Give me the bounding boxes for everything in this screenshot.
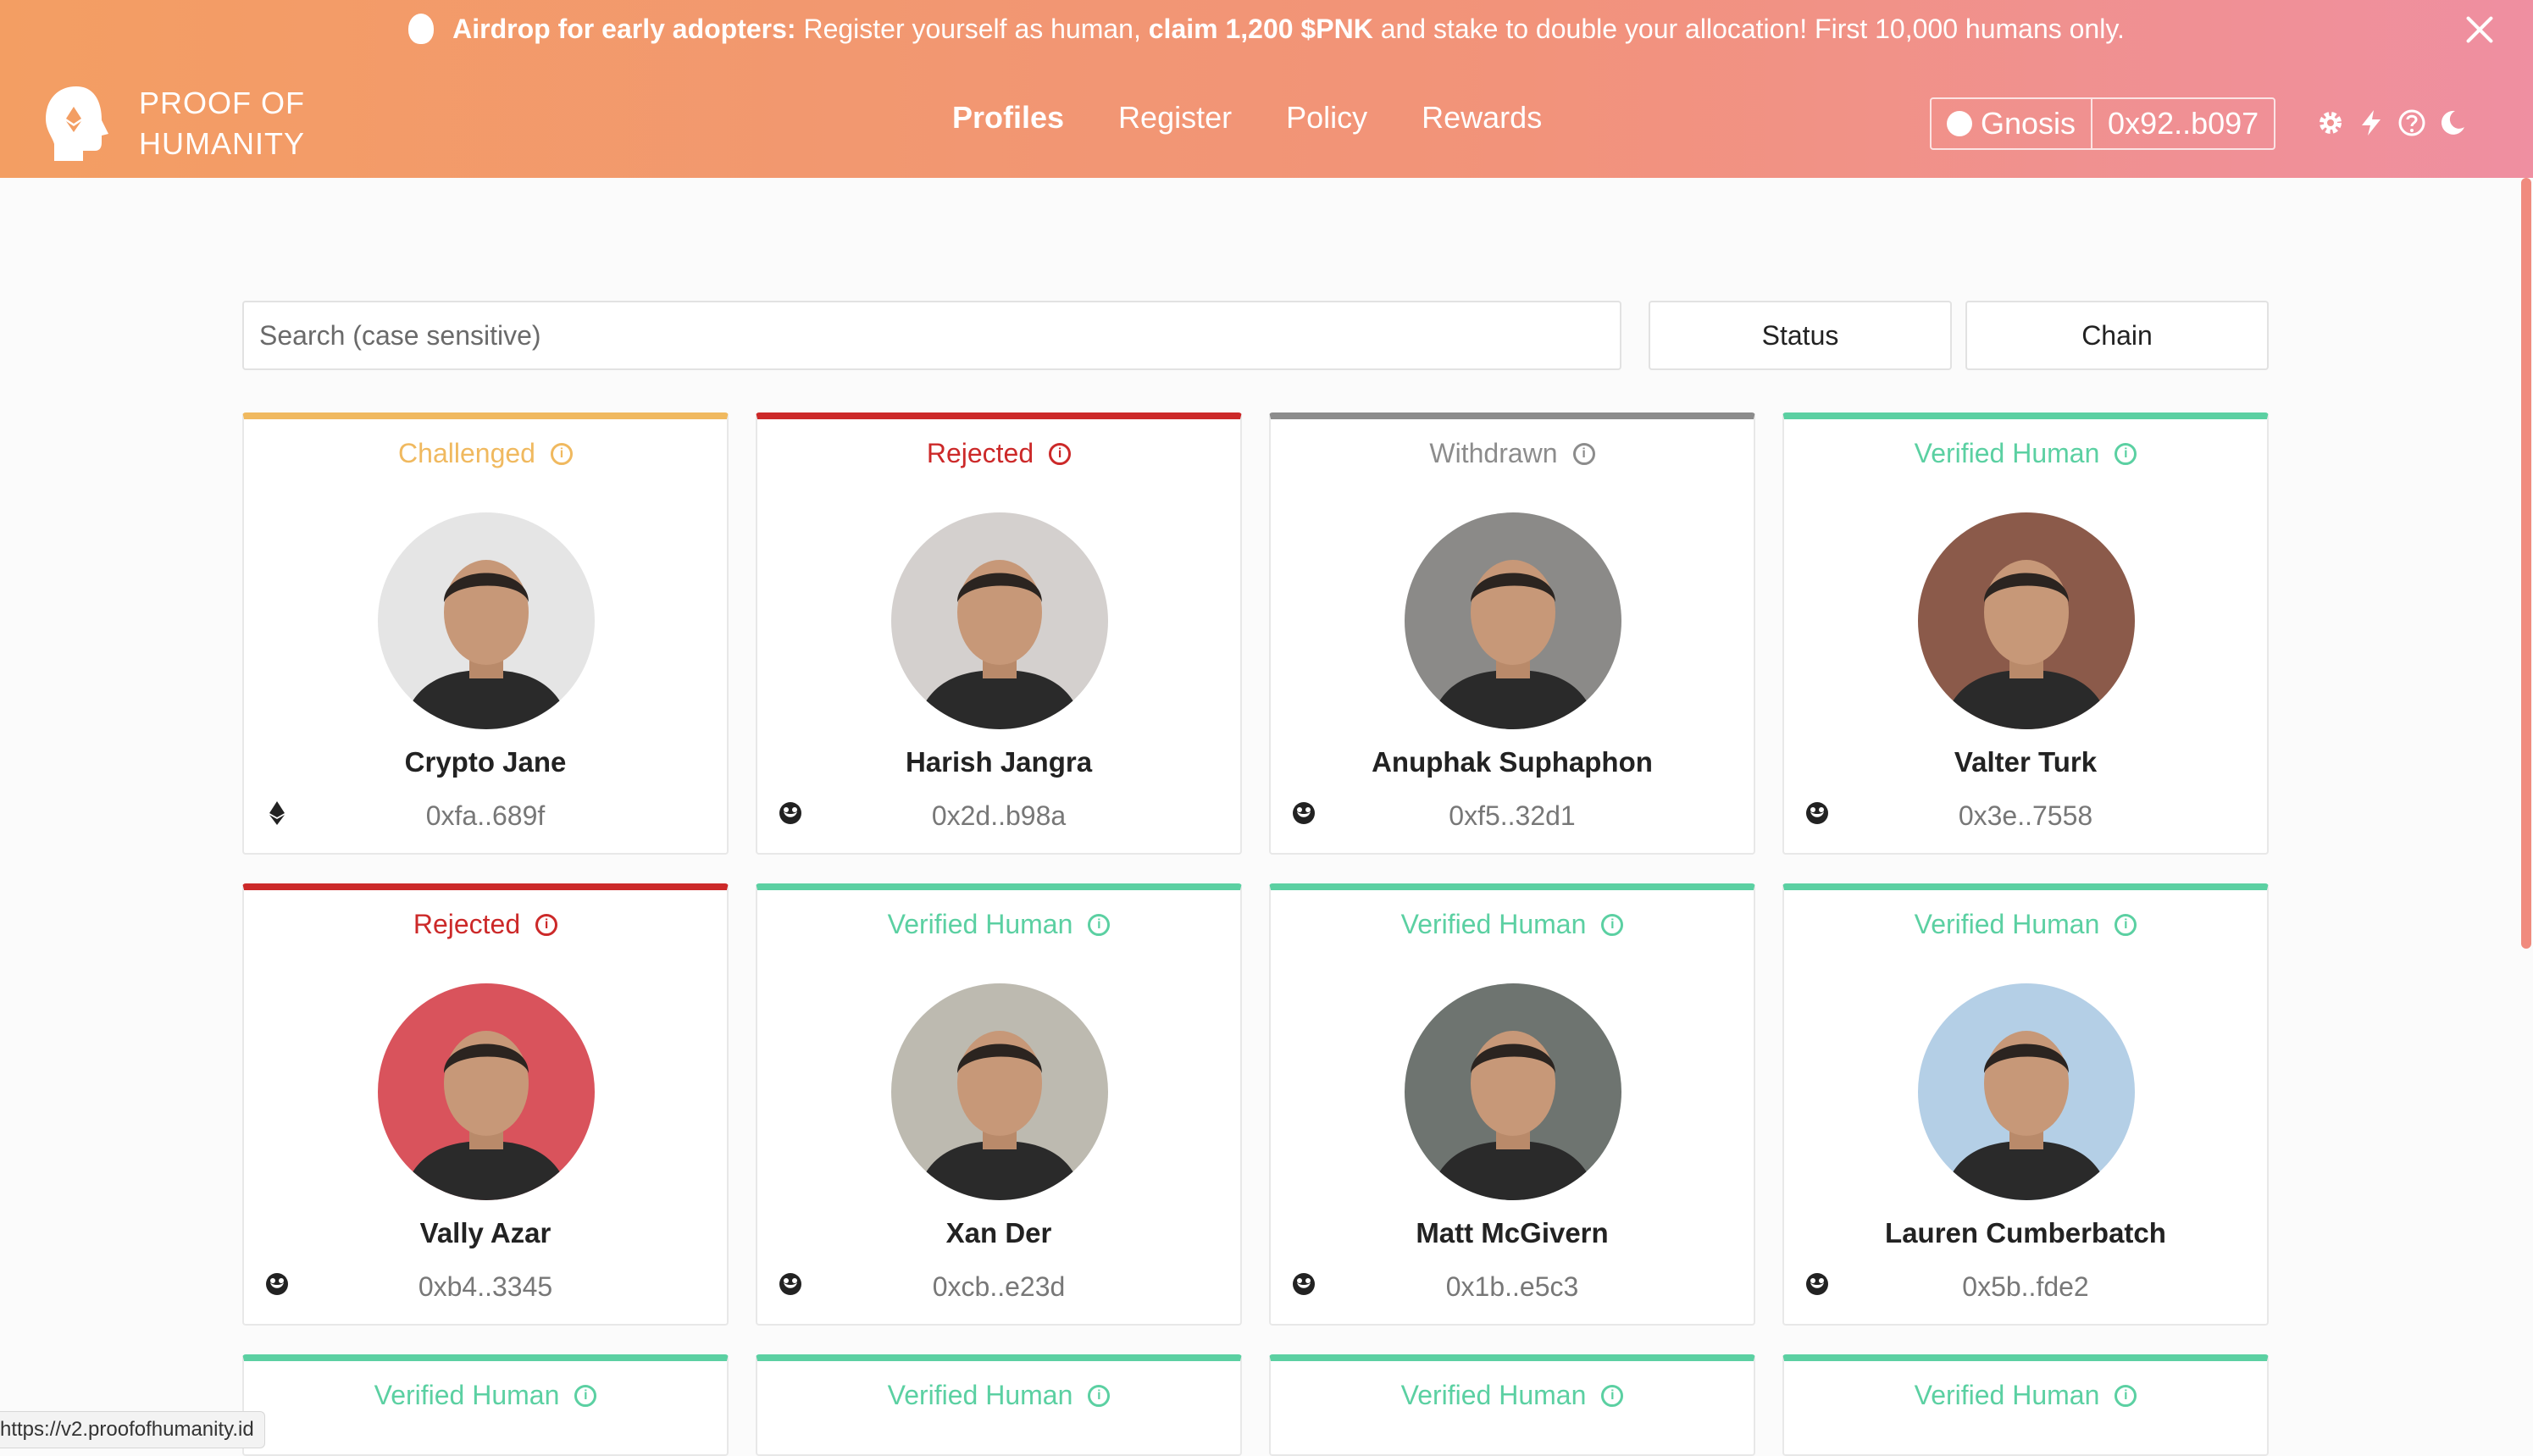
gnosis-icon bbox=[779, 1273, 801, 1295]
avatar bbox=[1405, 983, 1621, 1200]
avatar bbox=[891, 983, 1108, 1200]
header-tools bbox=[2316, 108, 2479, 137]
nav-rewards[interactable]: Rewards bbox=[1422, 100, 1542, 136]
profile-card[interactable]: Rejected i Harish Jangra 0x2d..b98a bbox=[756, 412, 1242, 855]
avatar bbox=[378, 983, 595, 1200]
status-label: Rejected i bbox=[244, 909, 727, 940]
status-label: Verified Human i bbox=[757, 1380, 1240, 1411]
info-icon[interactable]: i bbox=[2115, 442, 2137, 465]
search-input[interactable] bbox=[242, 301, 1621, 370]
info-icon[interactable]: i bbox=[1572, 442, 1595, 465]
wallet-address[interactable]: 0x92..b097 bbox=[2091, 99, 2274, 148]
status-label: Verified Human i bbox=[1784, 1380, 2267, 1411]
status-filter[interactable]: Status bbox=[1649, 301, 1952, 370]
gnosis-icon bbox=[1947, 111, 1972, 136]
info-icon[interactable]: i bbox=[535, 913, 558, 936]
profile-card[interactable]: Rejected i Vally Azar 0xb4..3345 bbox=[242, 883, 729, 1326]
profile-card[interactable]: Verified Human i bbox=[1782, 1354, 2269, 1456]
scrollbar[interactable] bbox=[2521, 178, 2531, 949]
info-icon[interactable]: i bbox=[1088, 913, 1111, 936]
info-icon[interactable]: i bbox=[1049, 442, 1072, 465]
status-label: Challenged i bbox=[244, 438, 727, 469]
gnosis-icon bbox=[266, 1273, 288, 1295]
avatar bbox=[378, 512, 595, 729]
logo[interactable]: PROOF OF HUMANITY bbox=[42, 83, 305, 164]
info-icon[interactable]: i bbox=[1601, 913, 1624, 936]
info-icon[interactable]: i bbox=[574, 1384, 597, 1407]
chain-selector[interactable]: Gnosis bbox=[1932, 99, 2091, 148]
profile-card[interactable]: Verified Human i bbox=[1269, 1354, 1755, 1456]
gnosis-icon bbox=[1293, 1273, 1315, 1295]
profile-name: Xan Der bbox=[945, 1217, 1052, 1248]
profile-name: Anuphak Suphaphon bbox=[1372, 746, 1653, 778]
status-label: Rejected i bbox=[757, 438, 1240, 469]
profile-card[interactable]: Withdrawn i Anuphak Suphaphon 0xf5..32d1 bbox=[1269, 412, 1755, 855]
kleros-icon bbox=[408, 14, 435, 44]
chain-filter[interactable]: Chain bbox=[1965, 301, 2269, 370]
info-icon[interactable]: i bbox=[2115, 1384, 2137, 1407]
avatar bbox=[891, 512, 1108, 729]
info-icon[interactable]: i bbox=[1601, 1384, 1624, 1407]
info-icon[interactable]: i bbox=[2115, 913, 2137, 936]
profile-address: 0xcb..e23d bbox=[932, 1271, 1066, 1302]
nav-profiles[interactable]: Profiles bbox=[952, 100, 1064, 136]
app-header: Airdrop for early adopters: Register you… bbox=[0, 0, 2533, 178]
profile-address: 0x5b..fde2 bbox=[1962, 1271, 2089, 1302]
profile-card[interactable]: Verified Human i Lauren Cumberbatch 0x5b..f… bbox=[1782, 883, 2269, 1326]
status-label: Verified Human i bbox=[757, 909, 1240, 940]
account-box: Gnosis 0x92..b097 bbox=[1930, 97, 2276, 150]
profile-card[interactable]: Verified Human i Xan Der 0xcb..e23d bbox=[756, 883, 1242, 1326]
avatar bbox=[1918, 512, 2135, 729]
profile-address: 0x3e..7558 bbox=[1958, 800, 2093, 831]
profile-address: 0x1b..e5c3 bbox=[1445, 1271, 1579, 1302]
settings-icon[interactable] bbox=[2316, 108, 2345, 137]
help-icon[interactable] bbox=[2397, 108, 2426, 137]
status-label: Verified Human i bbox=[1271, 909, 1754, 940]
profile-card[interactable]: Verified Human i Matt McGivern 0x1b..e5c3 bbox=[1269, 883, 1755, 1326]
gnosis-icon bbox=[1806, 802, 1828, 824]
avatar bbox=[1405, 512, 1621, 729]
profile-address: 0xf5..32d1 bbox=[1449, 800, 1576, 831]
banner-text: Airdrop for early adopters: Register you… bbox=[452, 13, 2125, 44]
profile-name: Crypto Jane bbox=[404, 746, 567, 778]
profile-card[interactable]: Challenged i Crypto Jane 0xfa..689f bbox=[242, 412, 729, 855]
nav-register[interactable]: Register bbox=[1118, 100, 1232, 136]
status-label: Verified Human i bbox=[1784, 909, 2267, 940]
gnosis-icon bbox=[1293, 802, 1315, 824]
info-icon[interactable]: i bbox=[1088, 1384, 1111, 1407]
status-label: Verified Human i bbox=[1784, 438, 2267, 469]
info-icon[interactable]: i bbox=[550, 442, 573, 465]
profile-address: 0xfa..689f bbox=[425, 800, 546, 831]
profile-name: Vally Azar bbox=[419, 1217, 551, 1248]
ethereum-icon bbox=[269, 801, 285, 825]
profile-name: Valter Turk bbox=[1954, 746, 2098, 778]
airdrop-banner: Airdrop for early adopters: Register you… bbox=[0, 0, 2533, 58]
profile-card[interactable]: Verified Human i bbox=[242, 1354, 729, 1456]
status-label: Verified Human i bbox=[1271, 1380, 1754, 1411]
gnosis-icon bbox=[1806, 1273, 1828, 1295]
profile-name: Matt McGivern bbox=[1416, 1217, 1609, 1248]
main-nav: Profiles Register Policy Rewards bbox=[952, 100, 1596, 136]
nav-policy[interactable]: Policy bbox=[1286, 100, 1367, 136]
status-label: Withdrawn i bbox=[1271, 438, 1754, 469]
profile-card[interactable]: Verified Human i bbox=[756, 1354, 1242, 1456]
profile-card[interactable]: Verified Human i Valter Turk 0x3e..7558 bbox=[1782, 412, 2269, 855]
humanity-logo-icon bbox=[46, 86, 108, 161]
profile-address: 0xb4..3345 bbox=[418, 1271, 553, 1302]
avatar bbox=[1918, 983, 2135, 1200]
status-label: Verified Human i bbox=[244, 1380, 727, 1411]
close-banner-icon[interactable] bbox=[2464, 14, 2496, 46]
lightning-icon[interactable] bbox=[2357, 108, 2386, 137]
profile-name: Harish Jangra bbox=[905, 746, 1093, 778]
profile-address: 0x2d..b98a bbox=[931, 800, 1067, 831]
dark-mode-icon[interactable] bbox=[2438, 108, 2467, 137]
gnosis-icon bbox=[779, 802, 801, 824]
logo-text: PROOF OF HUMANITY bbox=[139, 86, 305, 161]
profile-name: Lauren Cumberbatch bbox=[1885, 1217, 2166, 1248]
hover-url-tooltip: https://v2.proofofhumanity.id bbox=[0, 1411, 265, 1448]
